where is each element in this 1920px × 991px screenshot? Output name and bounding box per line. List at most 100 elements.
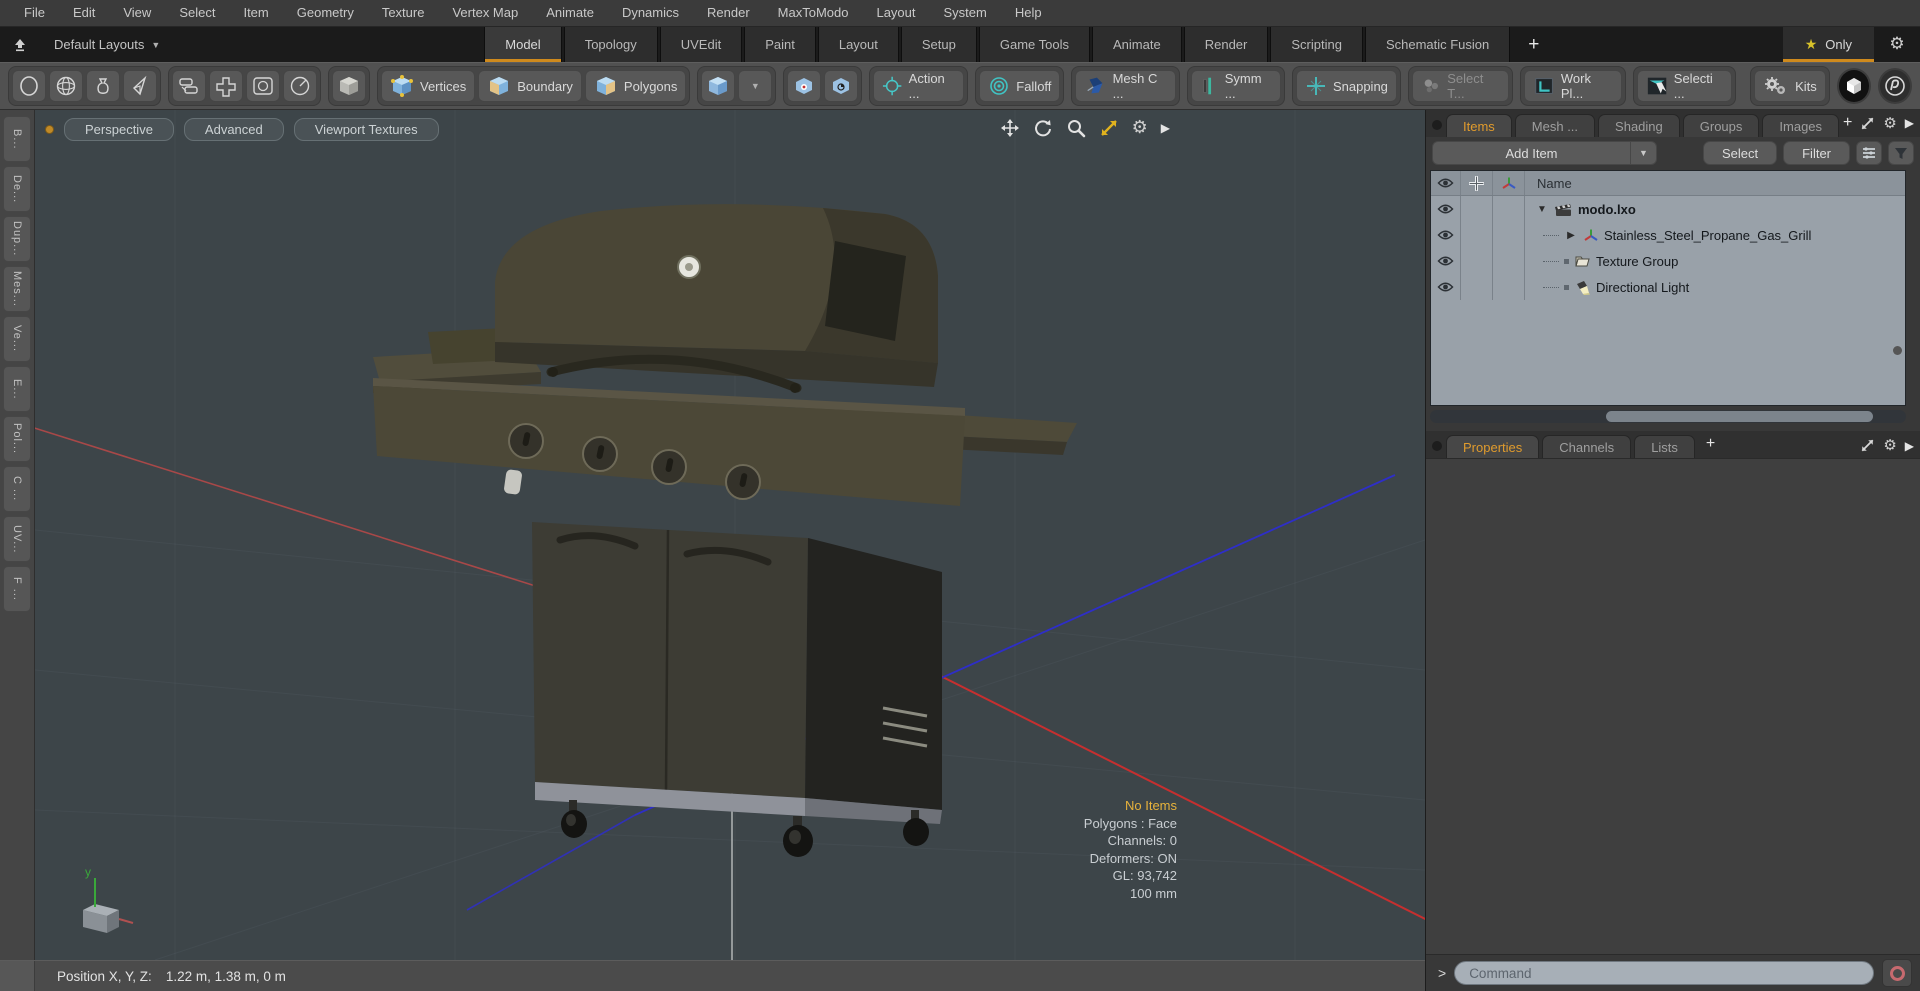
falloff-button[interactable]: Falloff xyxy=(979,70,1061,102)
menu-file[interactable]: File xyxy=(10,0,59,26)
tree-scroll-dot[interactable] xyxy=(1893,346,1902,355)
pan-icon[interactable] xyxy=(1000,118,1020,138)
maximize-icon[interactable] xyxy=(1860,116,1875,131)
mirror-tool-button[interactable] xyxy=(172,70,206,102)
modo-version-badge[interactable] xyxy=(1877,68,1912,104)
ghost-cube-button[interactable] xyxy=(332,70,366,102)
add-layout-tab-button[interactable]: + xyxy=(1512,27,1556,62)
uv-project-tool-button[interactable] xyxy=(246,70,280,102)
kits-button[interactable]: Kits xyxy=(1754,70,1826,102)
symmetry-button[interactable]: Symm ... xyxy=(1191,70,1281,102)
tab-model[interactable]: Model xyxy=(484,27,562,62)
default-layouts-dropdown[interactable]: Default Layouts ▼ xyxy=(40,27,174,62)
status-corner-widget[interactable] xyxy=(0,961,35,991)
item-panel-expand-icon[interactable]: ▶ xyxy=(1905,116,1914,130)
boundary-mode-button[interactable]: Boundary xyxy=(478,70,582,102)
left-tab-duplicate[interactable]: Dup... xyxy=(3,216,31,262)
left-tab-uv[interactable]: UV... xyxy=(3,516,31,562)
filter-funnel-button[interactable] xyxy=(1888,141,1914,165)
viewport-expand-icon[interactable]: ▶ xyxy=(1161,121,1170,135)
tab-channels[interactable]: Channels xyxy=(1542,435,1632,458)
left-tab-polygon[interactable]: Pol... xyxy=(3,416,31,462)
left-tab-deform[interactable]: De... xyxy=(3,166,31,212)
macro-record-button[interactable] xyxy=(1882,959,1912,987)
menu-edit[interactable]: Edit xyxy=(59,0,109,26)
modo-cube-badge[interactable] xyxy=(1836,68,1871,104)
polygons-mode-button[interactable]: Polygons xyxy=(584,70,687,102)
tab-mesh-ops[interactable]: Mesh ... xyxy=(1514,114,1596,137)
menu-view[interactable]: View xyxy=(109,0,165,26)
maximize-icon[interactable] xyxy=(1860,438,1875,453)
panel-handle[interactable] xyxy=(1432,120,1442,130)
left-tab-edge[interactable]: E... xyxy=(3,366,31,412)
locator-column-header[interactable] xyxy=(1461,171,1493,195)
viewport-canvas[interactable]: y xyxy=(35,110,1425,960)
cone-tool-button[interactable] xyxy=(123,70,157,102)
snapping-button[interactable]: Snapping xyxy=(1295,70,1397,102)
left-tab-curves[interactable]: C ... xyxy=(3,466,31,512)
visibility-column-header[interactable] xyxy=(1431,171,1461,195)
tab-topology[interactable]: Topology xyxy=(563,27,658,62)
menu-geometry[interactable]: Geometry xyxy=(283,0,368,26)
menu-dynamics[interactable]: Dynamics xyxy=(608,0,693,26)
tree-row-texture-group[interactable]: Texture Group xyxy=(1431,248,1905,274)
list-options-button[interactable] xyxy=(1856,141,1882,165)
select-through-button[interactable]: Select T... xyxy=(1411,70,1509,102)
hscrollbar-handle[interactable] xyxy=(1606,411,1873,422)
tree-row-grill-mesh[interactable]: ▶ Stainless_Steel_Propane_Gas_Grill xyxy=(1431,222,1905,248)
orbit-icon[interactable] xyxy=(1033,118,1053,138)
tab-uvedit[interactable]: UVEdit xyxy=(659,27,743,62)
expand-arrow-icon[interactable]: ▶ xyxy=(1564,230,1578,241)
item-panel-gear-icon[interactable]: ⚙ xyxy=(1883,115,1896,131)
action-center-button[interactable]: Action ... xyxy=(873,70,965,102)
visibility-toggle[interactable] xyxy=(1431,274,1461,300)
properties-gear-icon[interactable]: ⚙ xyxy=(1883,438,1896,453)
add-panel-tab-button[interactable]: + xyxy=(1843,114,1852,132)
command-input[interactable] xyxy=(1454,961,1874,985)
mesh-constraint-button[interactable]: Mesh C ... xyxy=(1075,70,1177,102)
tab-images[interactable]: Images xyxy=(1762,114,1840,137)
collapse-arrow-icon[interactable]: ▼ xyxy=(1535,204,1549,215)
tree-row-scene[interactable]: ▼ modo.lxo xyxy=(1431,196,1905,222)
add-item-dropdown[interactable]: ▼ xyxy=(1631,141,1657,165)
radial-tool-button[interactable] xyxy=(283,70,317,102)
work-plane-button[interactable]: Work Pl... xyxy=(1523,70,1622,102)
filter-button[interactable]: Filter xyxy=(1783,141,1850,165)
maximize-icon[interactable] xyxy=(1099,118,1119,138)
home-layout-button[interactable] xyxy=(0,27,40,62)
menu-texture[interactable]: Texture xyxy=(368,0,439,26)
advanced-button[interactable]: Advanced xyxy=(183,118,284,141)
viewport-gear-icon[interactable]: ⚙ xyxy=(1132,119,1148,137)
selection-sets-button[interactable]: Selecti ... xyxy=(1636,70,1733,102)
tab-animate[interactable]: Animate xyxy=(1092,27,1182,62)
add-properties-tab-button[interactable]: + xyxy=(1706,435,1715,453)
menu-layout[interactable]: Layout xyxy=(862,0,929,26)
menu-animate[interactable]: Animate xyxy=(532,0,608,26)
menu-item[interactable]: Item xyxy=(229,0,282,26)
add-item-button[interactable]: Add Item ▼ xyxy=(1432,141,1657,165)
favorites-only-toggle[interactable]: ★ Only xyxy=(1782,27,1875,62)
tab-scripting[interactable]: Scripting xyxy=(1270,27,1363,62)
menu-help[interactable]: Help xyxy=(1001,0,1056,26)
tab-schematic-fusion[interactable]: Schematic Fusion xyxy=(1364,27,1511,62)
vertices-mode-button[interactable]: Vertices xyxy=(381,70,476,102)
workplane-tool-button[interactable] xyxy=(209,70,243,102)
viewport-textures-button[interactable]: Viewport Textures xyxy=(293,118,439,141)
transform-column-header[interactable] xyxy=(1493,171,1525,195)
menu-system[interactable]: System xyxy=(930,0,1001,26)
name-column-header[interactable]: Name xyxy=(1525,171,1905,195)
tab-groups[interactable]: Groups xyxy=(1682,114,1760,137)
sphere-tool-button[interactable] xyxy=(49,70,83,102)
menu-vertex-map[interactable]: Vertex Map xyxy=(438,0,532,26)
properties-expand-icon[interactable]: ▶ xyxy=(1905,439,1914,453)
tab-properties[interactable]: Properties xyxy=(1446,435,1540,458)
viewport-3d[interactable]: y Perspective Advanced Viewport Textures… xyxy=(35,110,1425,960)
visibility-toggle[interactable] xyxy=(1431,222,1461,248)
menu-maxtomodo[interactable]: MaxToModo xyxy=(764,0,863,26)
tab-setup[interactable]: Setup xyxy=(900,27,977,62)
panel-handle[interactable] xyxy=(1432,441,1442,451)
tab-render[interactable]: Render xyxy=(1183,27,1269,62)
left-tab-basic[interactable]: B... xyxy=(3,116,31,162)
pivot-mode-button[interactable] xyxy=(824,70,859,102)
tab-lists[interactable]: Lists xyxy=(1634,435,1695,458)
